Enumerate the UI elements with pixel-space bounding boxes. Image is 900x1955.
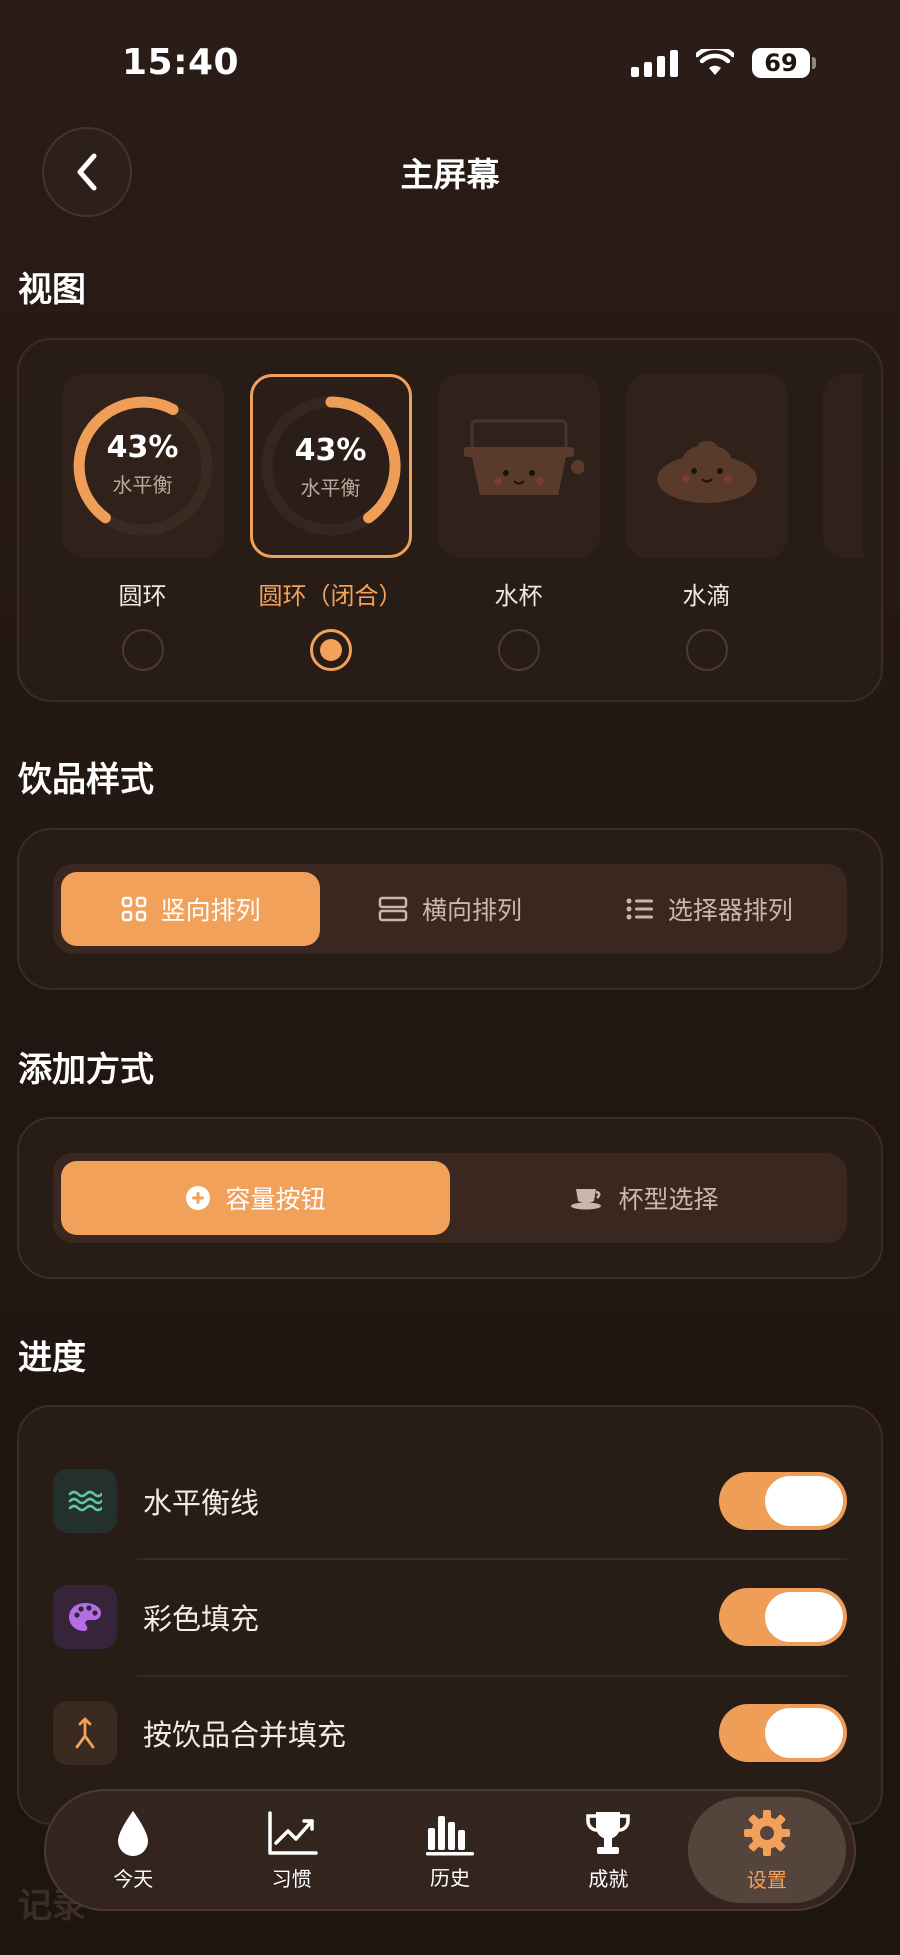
tab-label: 设置 <box>746 1867 787 1892</box>
tab-history[interactable]: 历史 <box>371 1797 529 1903</box>
seg-volume-buttons[interactable]: 容量按钮 <box>61 1161 450 1235</box>
seg-label: 容量按钮 <box>225 1185 326 1214</box>
view-thumb-partial[interactable] <box>823 374 863 558</box>
drink-style-card: 竖向排列 横向排列 选择器排列 <box>17 828 883 990</box>
palette-icon <box>53 1585 117 1649</box>
battery-level: 69 <box>752 48 810 78</box>
ring-percent: 43% <box>294 433 367 468</box>
section-title-drink-style: 饮品样式 <box>18 760 154 800</box>
view-option-label: 水滴 <box>682 582 731 610</box>
toggle-balance-line[interactable] <box>719 1472 847 1530</box>
setting-row-color-fill: 彩色填充 <box>53 1559 847 1675</box>
trophy-icon <box>586 1811 631 1854</box>
seg-picker[interactable]: 选择器排列 <box>580 872 839 946</box>
tab-label: 成就 <box>588 1866 629 1891</box>
trend-chart-icon <box>267 1810 318 1855</box>
drink-style-segmented: 竖向排列 横向排列 选择器排列 <box>53 864 847 954</box>
cup-saucer-icon <box>570 1185 604 1211</box>
seg-cup-type[interactable]: 杯型选择 <box>450 1161 839 1235</box>
view-thumb-ring-closed: 43% 水平衡 <box>249 374 412 558</box>
seg-horizontal[interactable]: 横向排列 <box>320 872 579 946</box>
setting-row-balance-line: 水平衡线 <box>53 1443 847 1559</box>
section-title-add-method: 添加方式 <box>18 1050 154 1090</box>
view-option-ring[interactable]: 43% 水平衡 圆环 <box>59 374 226 671</box>
setting-row-merge-fill: 按饮品合并填充 <box>53 1675 847 1791</box>
list-icon <box>626 897 654 921</box>
tab-settings[interactable]: 设置 <box>687 1797 847 1903</box>
radio-drop[interactable] <box>685 629 728 671</box>
toggle-color-fill[interactable] <box>719 1588 847 1646</box>
tab-label: 习惯 <box>271 1866 312 1891</box>
waves-icon <box>53 1469 117 1533</box>
plus-circle-icon <box>185 1185 211 1211</box>
radio-ring-closed[interactable] <box>309 629 352 671</box>
ring-percent: 43% <box>106 430 179 465</box>
setting-label: 按饮品合并填充 <box>143 1718 347 1752</box>
tab-today[interactable]: 今天 <box>54 1797 212 1903</box>
add-method-card: 容量按钮 杯型选择 <box>17 1117 883 1279</box>
view-card: 43% 水平衡 圆环 43% 水平衡 圆环（闭合） 水杯 水滴 <box>17 338 883 702</box>
view-option-label: 水杯 <box>494 582 543 610</box>
toggle-merge-fill[interactable] <box>719 1704 847 1762</box>
merge-icon <box>53 1701 117 1765</box>
seg-label: 竖向排列 <box>160 896 261 925</box>
seg-label: 选择器排列 <box>667 896 793 925</box>
page-title: 主屏幕 <box>400 155 500 194</box>
drop-icon <box>118 1810 149 1856</box>
view-options: 43% 水平衡 圆环 43% 水平衡 圆环（闭合） 水杯 水滴 <box>59 374 790 671</box>
tab-bar: 今天 习惯 历史 成就 设置 <box>44 1789 856 1911</box>
seg-vertical[interactable]: 竖向排列 <box>61 872 321 946</box>
tab-label: 今天 <box>113 1866 154 1891</box>
seg-label: 横向排列 <box>421 896 522 925</box>
status-time: 15:40 <box>122 42 240 83</box>
cup-character-icon <box>463 419 584 495</box>
radio-ring[interactable] <box>121 629 164 671</box>
tab-achievements[interactable]: 成就 <box>529 1797 687 1903</box>
grid-icon <box>121 896 147 922</box>
section-title-progress: 进度 <box>18 1338 86 1378</box>
view-option-label: 圆环（闭合） <box>258 582 403 610</box>
view-option-label: 圆环 <box>118 582 167 610</box>
tab-label: 历史 <box>430 1865 471 1890</box>
add-method-segmented: 容量按钮 杯型选择 <box>53 1153 847 1243</box>
cellular-signal-icon <box>631 49 678 77</box>
status-icons: 69 <box>631 48 816 78</box>
setting-label: 水平衡线 <box>143 1486 260 1520</box>
battery-icon: 69 <box>752 48 816 78</box>
progress-card: 水平衡线 彩色填充 按饮品合并填充 <box>17 1405 883 1825</box>
view-option-cup[interactable]: 水杯 <box>435 374 602 671</box>
bar-chart-icon <box>426 1815 475 1855</box>
wifi-icon <box>696 49 734 75</box>
radio-cup[interactable] <box>497 629 540 671</box>
ring-caption: 水平衡 <box>300 476 361 500</box>
tab-habits[interactable]: 习惯 <box>212 1797 370 1903</box>
gear-icon <box>743 1809 790 1856</box>
view-thumb-drop <box>625 374 788 558</box>
ring-caption: 水平衡 <box>112 473 173 497</box>
rows-icon <box>378 896 408 922</box>
setting-label: 彩色填充 <box>143 1602 260 1636</box>
seg-label: 杯型选择 <box>618 1185 719 1214</box>
view-option-drop[interactable]: 水滴 <box>623 374 790 671</box>
drop-character-icon <box>656 441 757 503</box>
view-thumb-ring: 43% 水平衡 <box>61 374 224 558</box>
section-title-view: 视图 <box>18 270 86 310</box>
view-thumb-cup <box>437 374 600 558</box>
view-option-ring-closed[interactable]: 43% 水平衡 圆环（闭合） <box>247 374 414 671</box>
